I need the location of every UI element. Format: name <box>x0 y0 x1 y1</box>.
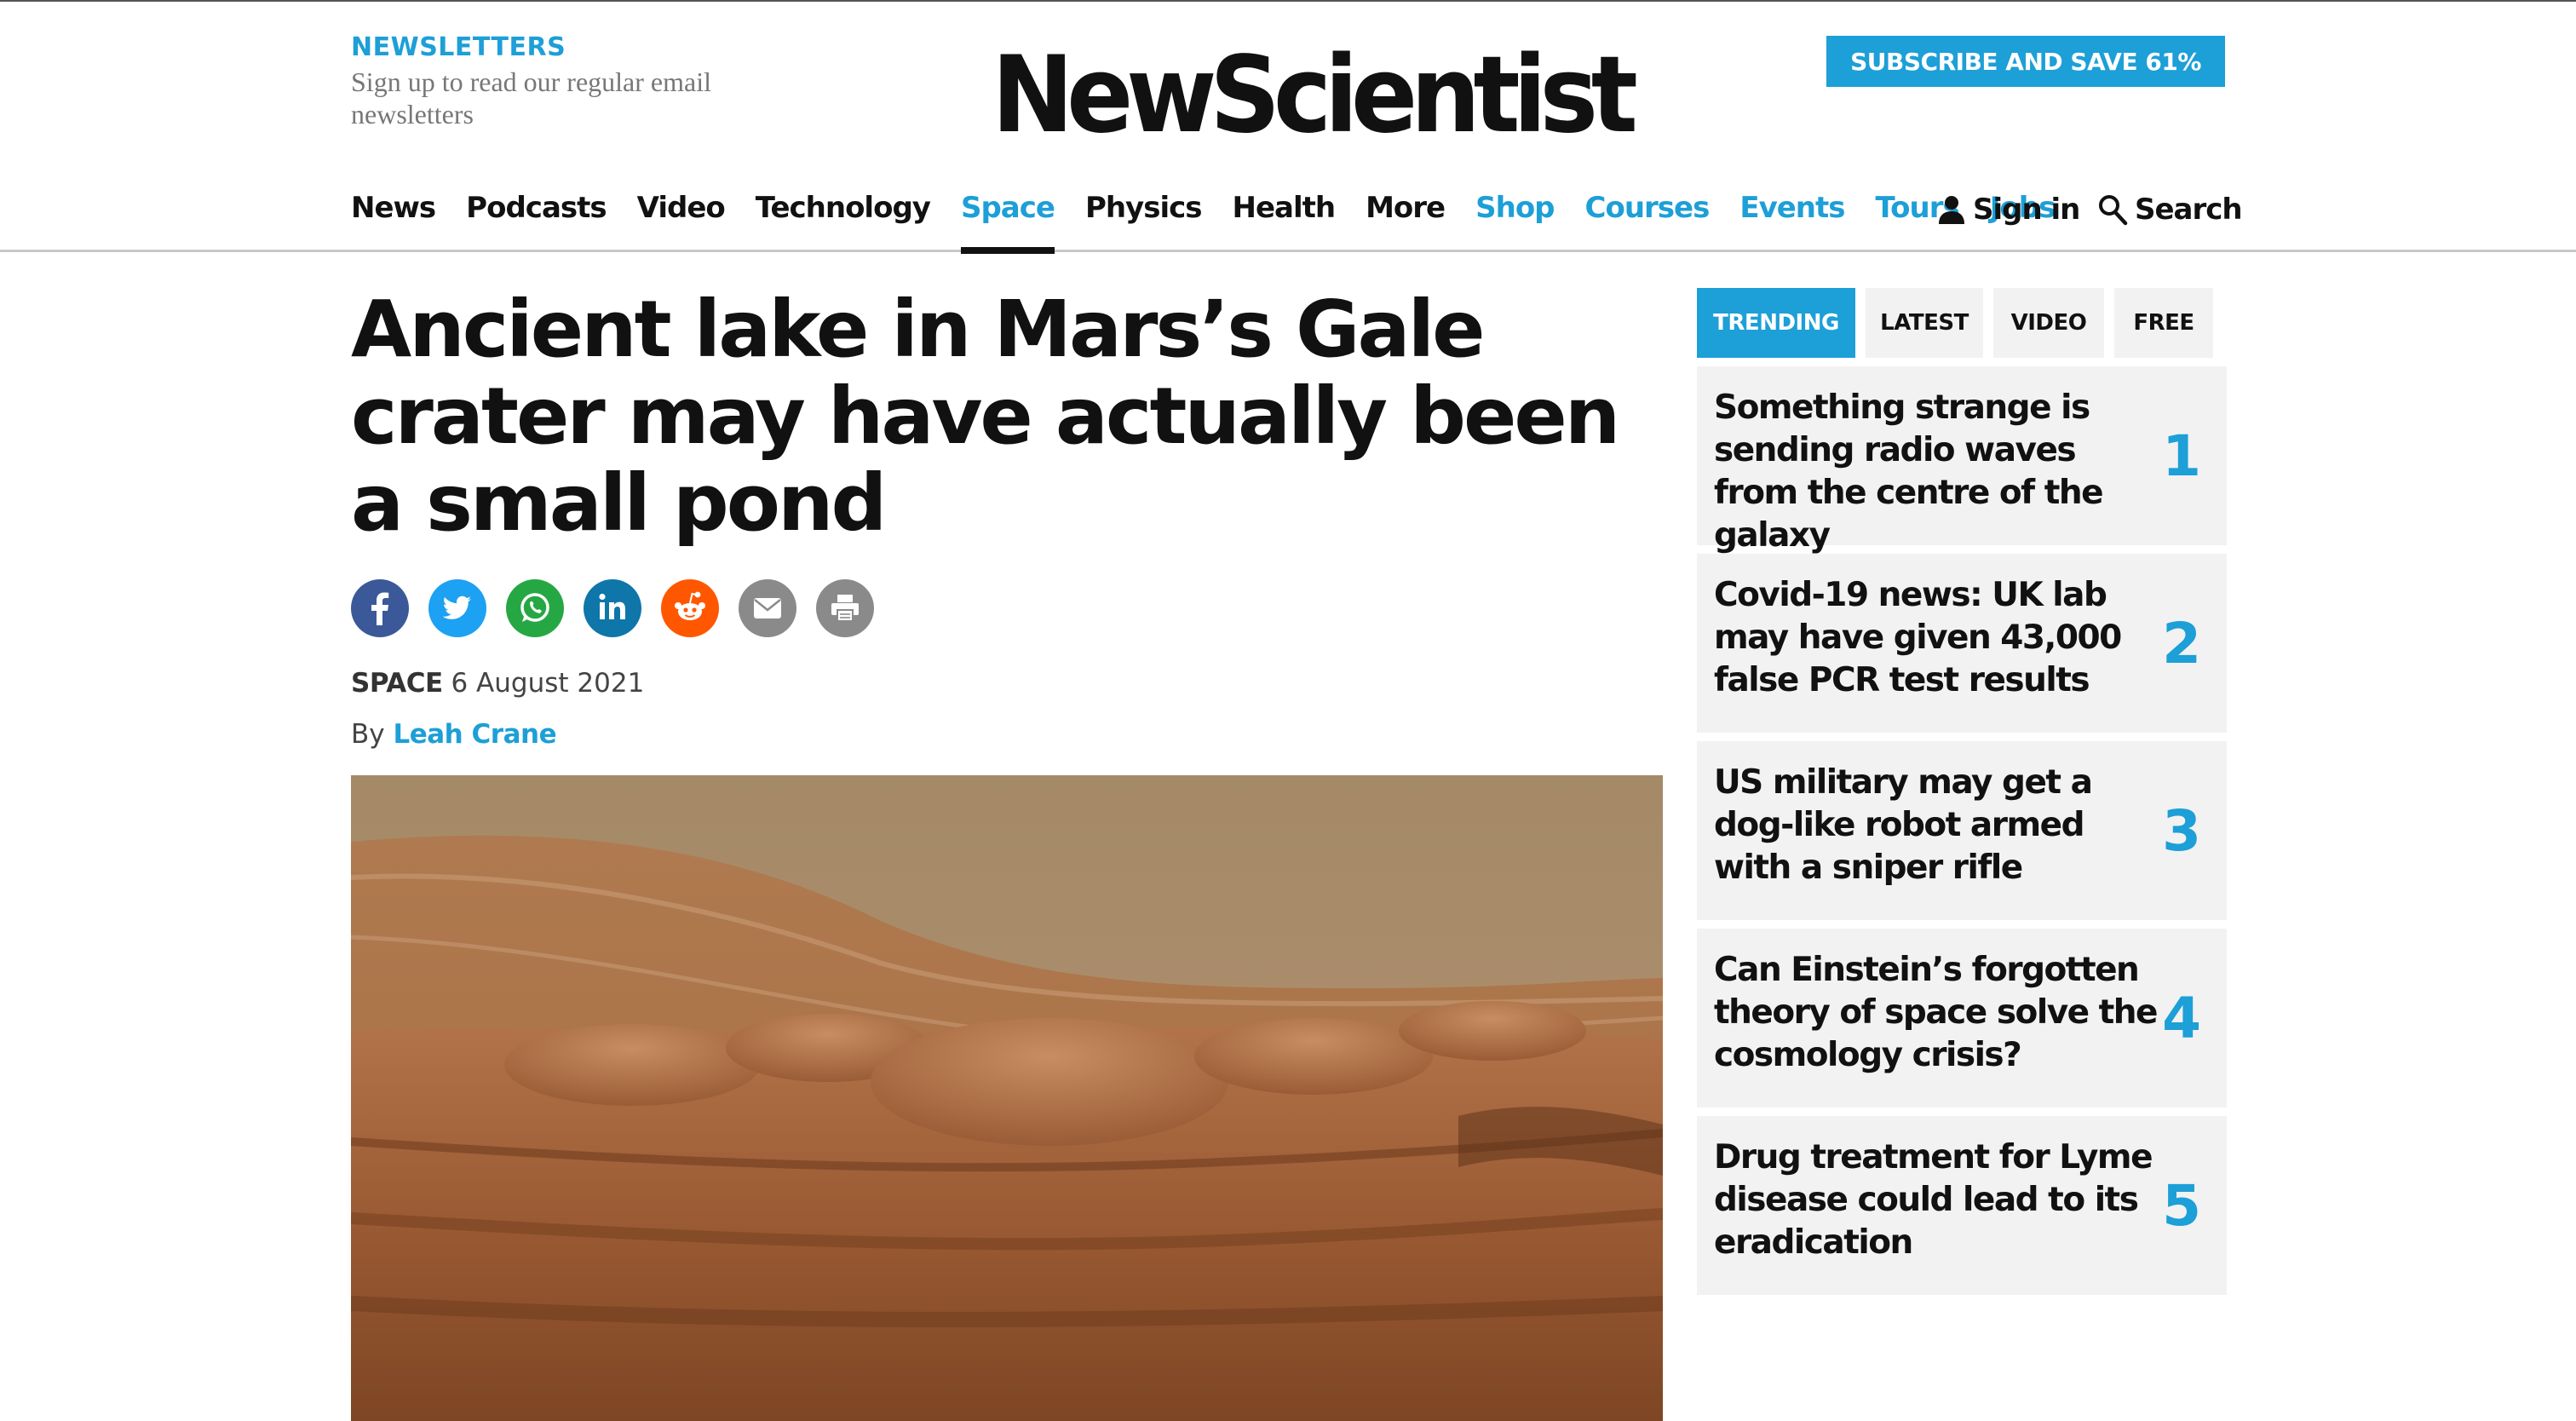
trending-rank: 5 <box>2162 1172 2201 1239</box>
search-button[interactable]: Search <box>2097 193 2243 227</box>
nav-item-more[interactable]: More <box>1366 182 1446 252</box>
trending-title: US military may get a dog-like robot arm… <box>1714 763 2093 887</box>
facebook-icon[interactable] <box>351 579 409 637</box>
nav-item-shop[interactable]: Shop <box>1475 182 1555 252</box>
search-icon <box>2099 195 2128 226</box>
sidebar-tabs: TRENDING LATEST VIDEO FREE <box>1697 288 2223 358</box>
nav-item-physics[interactable]: Physics <box>1085 182 1203 252</box>
section-tag[interactable]: SPACE <box>351 668 443 699</box>
publish-date: 6 August 2021 <box>451 668 645 699</box>
tab-video[interactable]: VIDEO <box>1993 288 2104 358</box>
signin-label: Sign in <box>1973 193 2080 227</box>
whatsapp-icon[interactable] <box>506 579 564 637</box>
nav-item-health[interactable]: Health <box>1233 182 1337 252</box>
article-headline: Ancient lake in Mars’s Gale crater may h… <box>351 284 1620 549</box>
linkedin-icon[interactable] <box>584 579 641 637</box>
trending-item[interactable]: Something strange is sending radio waves… <box>1697 366 2227 555</box>
newsletters-description: Sign up to read our regular email newsle… <box>351 66 711 129</box>
hero-image <box>351 775 1663 1421</box>
nav-item-space[interactable]: Space <box>960 182 1055 254</box>
trending-title: Covid-19 news: UK lab may have given 43,… <box>1714 576 2122 699</box>
nav-item-technology[interactable]: Technology <box>756 182 931 252</box>
nav-item-courses[interactable]: Courses <box>1585 182 1711 252</box>
nav-item-news[interactable]: News <box>351 182 436 252</box>
trending-item[interactable]: Can Einstein’s forgotten theory of space… <box>1697 929 2227 1107</box>
main-nav: News Podcasts Video Technology Space Phy… <box>351 182 2085 254</box>
search-label: Search <box>2135 193 2243 227</box>
nav-item-events[interactable]: Events <box>1739 182 1845 252</box>
twitter-icon[interactable] <box>428 579 486 637</box>
byline: By Leah Crane <box>351 719 557 750</box>
trending-title: Something strange is sending radio waves… <box>1714 388 2104 555</box>
share-bar <box>351 579 894 637</box>
trending-title: Drug treatment for Lyme disease could le… <box>1714 1138 2153 1262</box>
author-link[interactable]: Leah Crane <box>393 719 556 750</box>
trending-item[interactable]: Covid-19 news: UK lab may have given 43,… <box>1697 554 2227 733</box>
trending-rank: 1 <box>2162 423 2201 489</box>
trending-item[interactable]: US military may get a dog-like robot arm… <box>1697 741 2227 920</box>
site-logo[interactable]: NewScientist <box>992 36 1638 155</box>
trending-item[interactable]: Drug treatment for Lyme disease could le… <box>1697 1116 2227 1295</box>
newsletters-link[interactable]: NEWSLETTERS <box>351 32 828 62</box>
site-header: NEWSLETTERS Sign up to read our regular … <box>0 0 2576 254</box>
reddit-icon[interactable] <box>661 579 719 637</box>
user-icon <box>1939 196 1964 224</box>
nav-item-podcasts[interactable]: Podcasts <box>466 182 607 252</box>
print-icon[interactable] <box>816 579 874 637</box>
mars-landscape-image <box>351 775 1663 1421</box>
trending-rank: 2 <box>2162 610 2201 676</box>
trending-title: Can Einstein’s forgotten theory of space… <box>1714 951 2159 1074</box>
subscribe-button[interactable]: SUBSCRIBE AND SAVE 61% <box>1826 36 2225 87</box>
byline-prefix: By <box>351 719 385 750</box>
trending-rank: 4 <box>2162 985 2201 1051</box>
trending-list: Something strange is sending radio waves… <box>1697 366 2227 1303</box>
trending-rank: 3 <box>2162 797 2201 864</box>
email-icon[interactable] <box>739 579 796 637</box>
tab-trending[interactable]: TRENDING <box>1697 288 1855 358</box>
article-meta: SPACE 6 August 2021 <box>351 668 644 699</box>
tab-latest[interactable]: LATEST <box>1866 288 1983 358</box>
tab-free[interactable]: FREE <box>2114 288 2213 358</box>
newsletters-promo[interactable]: NEWSLETTERS Sign up to read our regular … <box>351 32 828 130</box>
signin-button[interactable]: Sign in <box>1937 193 2080 227</box>
nav-item-video[interactable]: Video <box>637 182 726 252</box>
